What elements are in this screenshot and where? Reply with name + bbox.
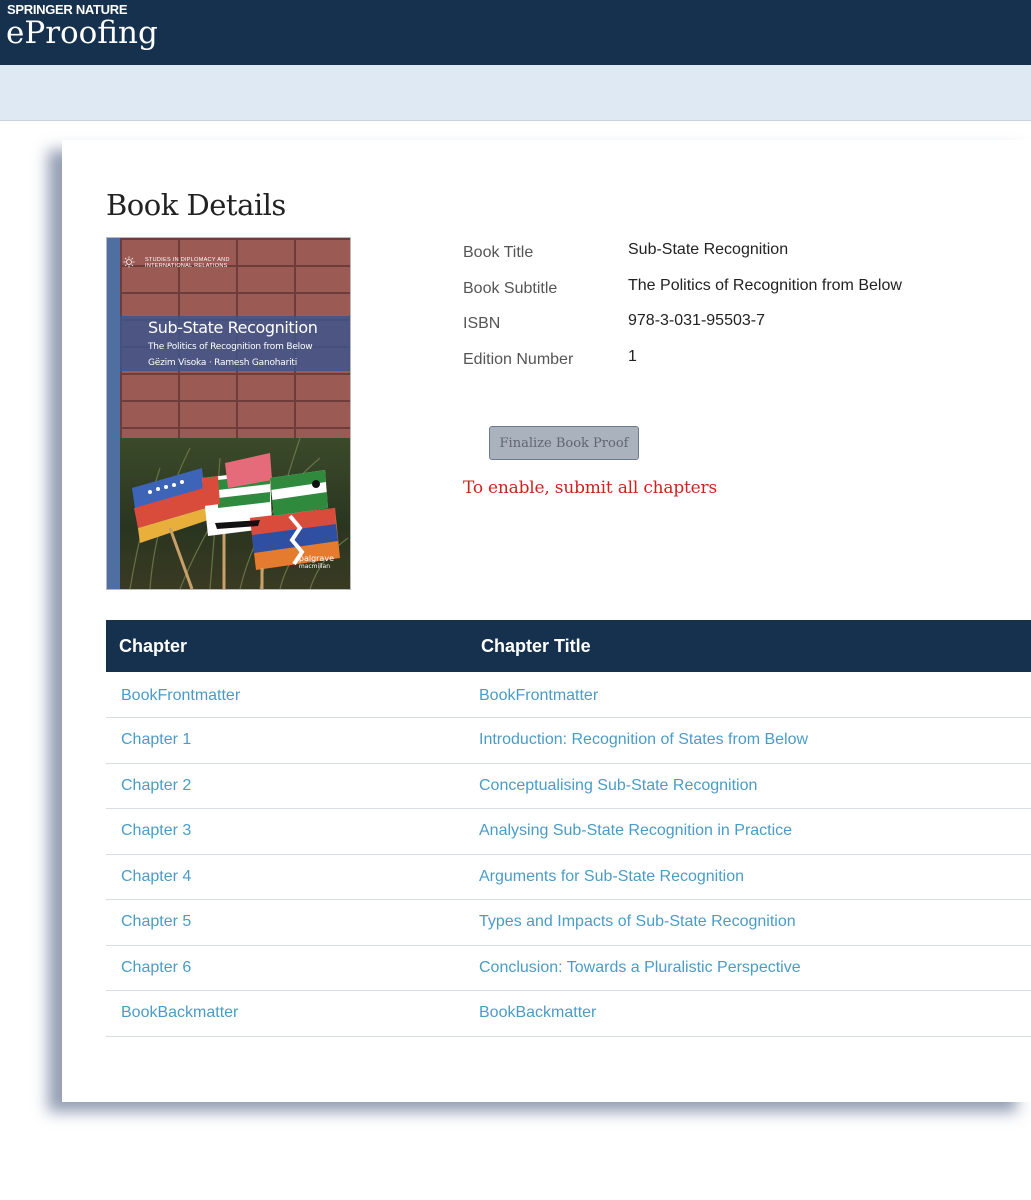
chapter-link[interactable]: Chapter 5 (121, 913, 191, 930)
chapter-title-cell: BookBackmatter (469, 991, 1031, 1037)
book-details-card: Book Details Studies in Diplomacy and In… (62, 140, 1031, 1102)
chapter-title-cell: Arguments for Sub-State Recognition (469, 854, 1031, 900)
chapter-title-link[interactable]: BookBackmatter (479, 1004, 596, 1021)
chapter-cell: BookFrontmatter (106, 672, 469, 718)
page-title: Book Details (106, 188, 286, 222)
chapter-link[interactable]: Chapter 6 (121, 959, 191, 976)
detail-value: Sub-State Recognition (628, 241, 789, 258)
chapter-link[interactable]: Chapter 1 (121, 731, 191, 748)
detail-row-edition-number: Edition Number 1 (463, 347, 1023, 383)
cover-spine (107, 238, 120, 589)
chapter-title-link[interactable]: Introduction: Recognition of States from… (479, 731, 808, 748)
chapter-link[interactable]: Chapter 2 (121, 777, 191, 794)
chapter-cell: BookBackmatter (106, 991, 469, 1037)
cover-publisher-logo: palgrave macmillan (299, 555, 334, 571)
detail-row-isbn: ISBN 978-3-031-95503-7 (463, 311, 1023, 347)
chapter-cell: Chapter 1 (106, 718, 469, 764)
finalize-hint-text: To enable, submit all chapters (463, 478, 717, 498)
chapters-table: Chapter Chapter Title BookFrontmatter Bo… (106, 620, 1031, 1037)
cover-subtitle: The Politics of Recognition from Below (148, 342, 313, 352)
table-row: Chapter 4 Arguments for Sub-State Recogn… (106, 854, 1031, 900)
sub-navigation-bar (0, 65, 1031, 121)
detail-label: Book Title (463, 244, 534, 261)
detail-label: ISBN (463, 315, 501, 332)
chapter-title-link[interactable]: Types and Impacts of Sub-State Recogniti… (479, 913, 796, 930)
detail-value: 978-3-031-95503-7 (628, 312, 765, 329)
book-metadata: Book Title Sub-State Recognition Book Su… (463, 240, 1023, 382)
detail-label: Edition Number (463, 350, 574, 368)
finalize-book-proof-button[interactable]: Finalize Book Proof (489, 426, 639, 460)
chapter-title-cell: Conceptualising Sub-State Recognition (469, 763, 1031, 809)
table-row: BookFrontmatter BookFrontmatter (106, 672, 1031, 718)
chapter-title-link[interactable]: Conceptualising Sub-State Recognition (479, 777, 757, 794)
table-row: BookBackmatter BookBackmatter (106, 991, 1031, 1037)
detail-row-book-title: Book Title Sub-State Recognition (463, 240, 1023, 276)
chapter-title-cell: Introduction: Recognition of States from… (469, 718, 1031, 764)
chapter-cell: Chapter 5 (106, 900, 469, 946)
series-emblem-icon (123, 256, 135, 268)
table-row: Chapter 6 Conclusion: Towards a Pluralis… (106, 945, 1031, 991)
cover-logo-sub: macmillan (298, 563, 331, 570)
cover-series-name: Studies in Diplomacy and International R… (145, 257, 230, 269)
cover-title: Sub-State Recognition (148, 318, 318, 337)
cover-logo-main: palgrave (298, 554, 334, 563)
chapter-title-cell: Types and Impacts of Sub-State Recogniti… (469, 900, 1031, 946)
chapter-title-cell: Analysing Sub-State Recognition in Pract… (469, 809, 1031, 855)
column-header-chapter-title: Chapter Title (481, 635, 591, 656)
chapter-link[interactable]: BookBackmatter (121, 1004, 238, 1021)
chapter-link[interactable]: BookFrontmatter (121, 687, 240, 704)
detail-label: Book Subtitle (463, 279, 558, 297)
chapter-title-link[interactable]: Analysing Sub-State Recognition in Pract… (479, 822, 792, 839)
table-header-row: Chapter Chapter Title (106, 620, 1031, 672)
detail-value: The Politics of Recognition from Below (628, 276, 902, 294)
chapter-link[interactable]: Chapter 4 (121, 868, 191, 885)
chapter-title-link[interactable]: BookFrontmatter (479, 687, 598, 704)
chapter-title-cell: Conclusion: Towards a Pluralistic Perspe… (469, 945, 1031, 991)
chapter-title-link[interactable]: Conclusion: Towards a Pluralistic Perspe… (479, 959, 801, 976)
chapter-link[interactable]: Chapter 3 (121, 822, 191, 839)
app-name[interactable]: eProofing (6, 15, 158, 51)
chapter-cell: Chapter 2 (106, 763, 469, 809)
chapter-cell: Chapter 6 (106, 945, 469, 991)
table-row: Chapter 3 Analysing Sub-State Recognitio… (106, 809, 1031, 855)
chapter-title-cell: BookFrontmatter (469, 672, 1031, 718)
app-header: Springer Nature eProofing (0, 0, 1031, 65)
table-row: Chapter 1 Introduction: Recognition of S… (106, 718, 1031, 764)
book-cover-image: Studies in Diplomacy and International R… (106, 237, 351, 590)
table-row: Chapter 5 Types and Impacts of Sub-State… (106, 900, 1031, 946)
chapter-title-link[interactable]: Arguments for Sub-State Recognition (479, 868, 744, 885)
table-row: Chapter 2 Conceptualising Sub-State Reco… (106, 763, 1031, 809)
chapter-cell: Chapter 3 (106, 809, 469, 855)
column-header-chapter: Chapter (119, 635, 188, 656)
detail-row-book-subtitle: Book Subtitle The Politics of Recognitio… (463, 276, 1023, 312)
chapter-cell: Chapter 4 (106, 854, 469, 900)
detail-value: 1 (628, 347, 637, 365)
cover-authors: Gëzim Visoka · Ramesh Ganohariti (148, 358, 298, 368)
